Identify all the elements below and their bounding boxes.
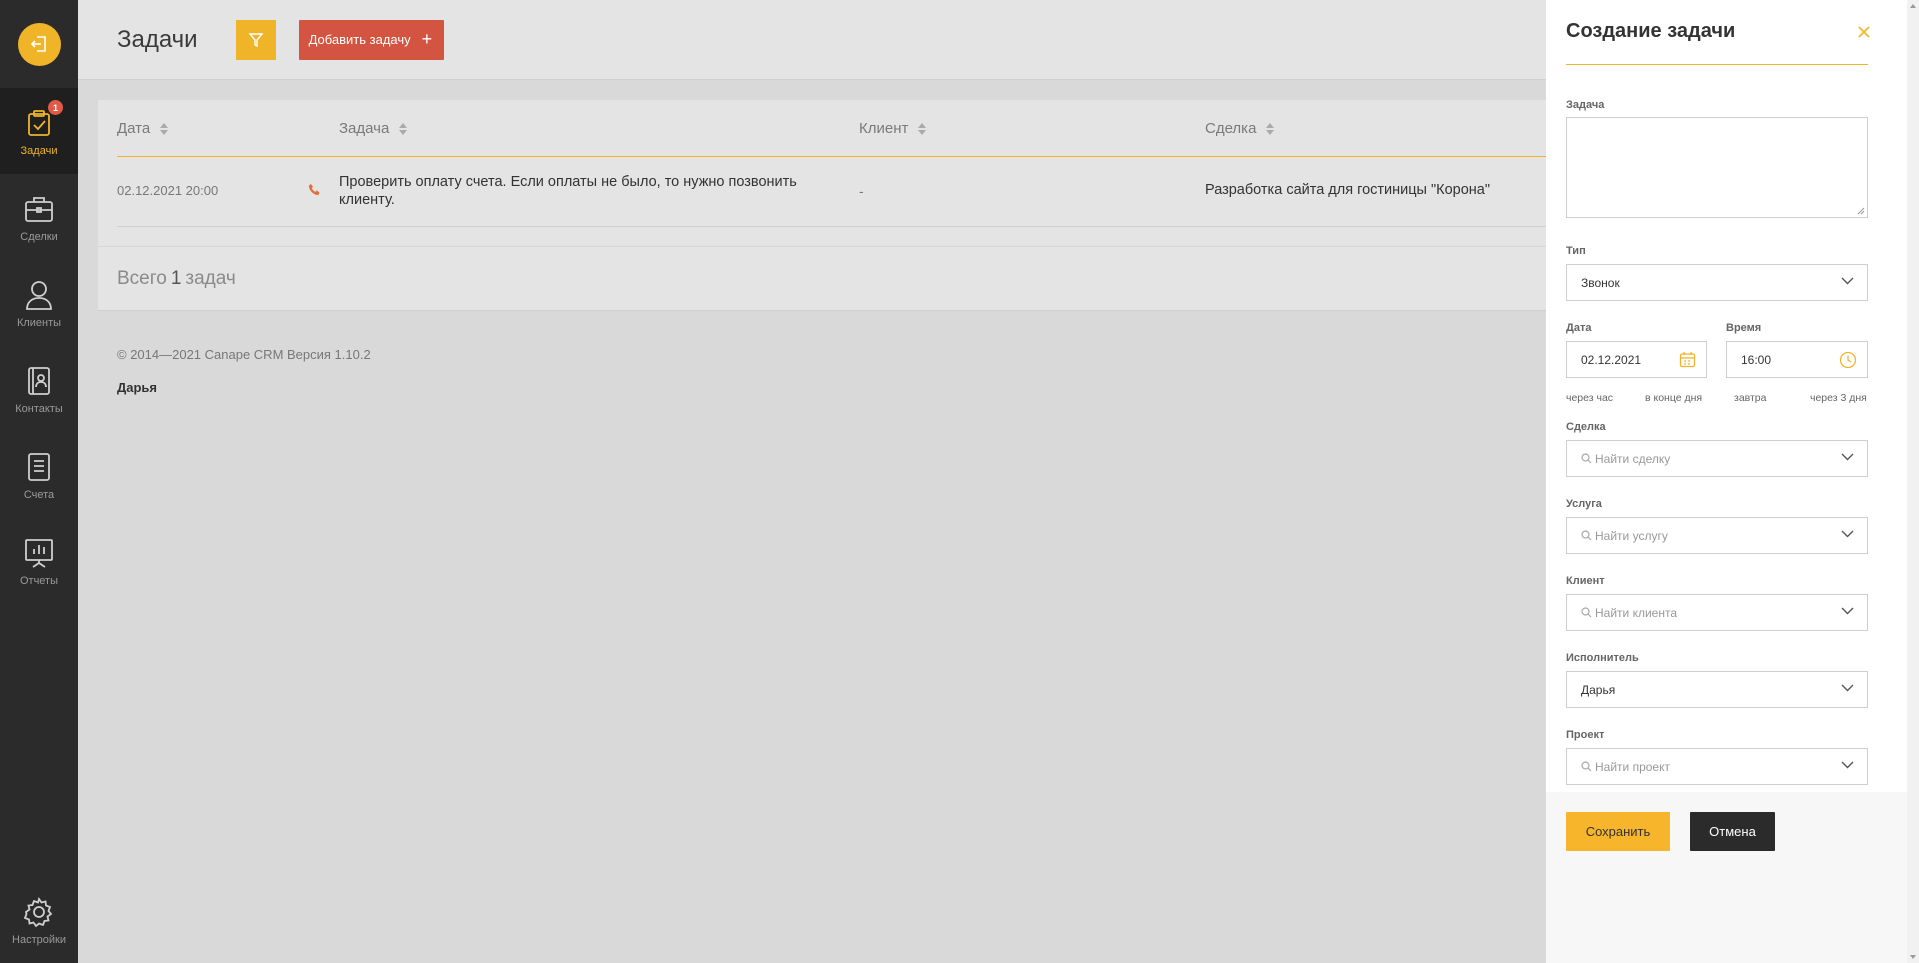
sidebar-item-label: Задачи	[20, 144, 58, 157]
chevron-down-icon	[1841, 453, 1854, 461]
resize-grip-icon	[1857, 207, 1865, 215]
type-select[interactable]: Звонок	[1566, 264, 1868, 301]
sort-icon	[918, 122, 927, 135]
assignee-select[interactable]: Дарья	[1566, 671, 1868, 708]
time-label: Время	[1726, 322, 1762, 334]
chevron-down-icon	[1841, 530, 1854, 538]
logout-button[interactable]	[17, 22, 61, 66]
tasks-count: 1	[170, 267, 182, 289]
briefcase-icon	[22, 192, 56, 226]
type-label: Тип	[1566, 245, 1586, 257]
user-icon	[22, 278, 56, 312]
sidebar-item-deals[interactable]: Сделки	[0, 174, 78, 260]
header: Задачи Добавить задачу +	[78, 0, 1546, 80]
client-label: Клиент	[1566, 575, 1605, 587]
scroll-down-icon[interactable]	[1910, 955, 1916, 959]
date-input[interactable]: 02.12.2021	[1566, 341, 1707, 378]
tasks-badge: 1	[48, 100, 63, 115]
quick-tomorrow[interactable]: завтра	[1734, 392, 1767, 404]
task-text[interactable]: Проверить оплату счета. Если оплаты не б…	[339, 173, 829, 209]
current-user: Дарья	[117, 380, 158, 395]
sidebar-item-label: Клиенты	[16, 316, 62, 329]
deal-search-select[interactable]: Найти сделку	[1566, 440, 1868, 477]
sidebar-item-label: Счета	[23, 488, 55, 501]
task-client: -	[859, 183, 864, 199]
gear-icon	[22, 895, 56, 929]
quick-in-3-days[interactable]: через 3 дня	[1810, 392, 1867, 404]
client-search-select[interactable]: Найти клиента	[1566, 594, 1868, 631]
scrollbar[interactable]	[1907, 0, 1919, 963]
task-label: Задача	[1566, 99, 1605, 111]
calendar-icon	[1679, 352, 1696, 368]
task-textarea[interactable]	[1566, 117, 1868, 218]
sidebar-item-reports[interactable]: Отчеты	[0, 518, 78, 604]
search-icon	[1581, 530, 1592, 541]
plus-icon: +	[421, 29, 433, 49]
quick-end-of-day[interactable]: в конце дня	[1645, 392, 1702, 404]
sidebar-item-invoices[interactable]: Счета	[0, 432, 78, 518]
tasks-table: Дата Задача Клиент Сделка 02.12.2021 20:…	[98, 100, 1546, 246]
chevron-down-icon	[1841, 607, 1854, 615]
project-label: Проект	[1566, 729, 1605, 741]
close-icon	[1858, 26, 1870, 38]
sidebar-item-label: Настройки	[12, 933, 66, 946]
search-icon	[1581, 761, 1592, 772]
task-date: 02.12.2021 20:00	[117, 183, 219, 198]
report-board-icon	[22, 536, 56, 570]
sort-icon	[1266, 122, 1275, 135]
sidebar-item-label: Контакты	[15, 402, 63, 415]
sidebar: 1 Задачи Сделки Клиенты Контакты Счета О…	[0, 0, 78, 963]
table-header: Дата Задача Клиент Сделка	[117, 100, 1546, 157]
search-icon	[1581, 453, 1592, 464]
phone-icon	[308, 183, 321, 199]
sort-icon	[399, 122, 408, 135]
sidebar-item-clients[interactable]: Клиенты	[0, 260, 78, 346]
logout-icon	[30, 36, 46, 52]
search-icon	[1581, 607, 1592, 618]
assignee-label: Исполнитель	[1566, 652, 1639, 664]
title-divider	[1566, 64, 1868, 65]
logo-area	[0, 0, 78, 88]
create-task-drawer: Создание задачи Задача Тип Звонок Дата 0…	[1546, 0, 1907, 963]
sidebar-item-tasks[interactable]: 1 Задачи	[0, 88, 78, 174]
deal-label: Сделка	[1566, 421, 1606, 433]
sidebar-item-label: Сделки	[20, 230, 58, 243]
add-task-label: Добавить задачу	[308, 32, 411, 47]
column-header-client[interactable]: Клиент	[859, 120, 927, 137]
sort-icon	[160, 122, 169, 135]
close-button[interactable]	[1854, 22, 1874, 42]
column-header-task[interactable]: Задача	[339, 120, 408, 137]
drawer-title: Создание задачи	[1566, 20, 1736, 42]
tasks-summary: Всего 1 задач	[98, 246, 1546, 311]
invoice-icon	[22, 450, 56, 484]
service-label: Услуга	[1566, 498, 1602, 510]
time-input[interactable]: 16:00	[1726, 341, 1868, 378]
save-button[interactable]: Сохранить	[1566, 812, 1670, 851]
sidebar-item-contacts[interactable]: Контакты	[0, 346, 78, 432]
chevron-down-icon	[1841, 684, 1854, 692]
quick-in-hour[interactable]: через час	[1566, 392, 1613, 404]
chevron-down-icon	[1841, 761, 1854, 769]
column-header-date[interactable]: Дата	[117, 120, 169, 137]
filter-icon	[248, 32, 264, 47]
main-content: Задачи Добавить задачу + Дата Задача Кли…	[78, 0, 1546, 963]
page-title: Задачи	[117, 25, 198, 53]
project-search-select[interactable]: Найти проект	[1566, 748, 1868, 785]
service-search-select[interactable]: Найти услугу	[1566, 517, 1868, 554]
chevron-down-icon	[1841, 277, 1854, 285]
table-row[interactable]: 02.12.2021 20:00 Проверить оплату счета.…	[117, 157, 1546, 227]
clock-icon	[1839, 351, 1857, 369]
column-header-deal[interactable]: Сделка	[1205, 120, 1275, 137]
sidebar-item-settings[interactable]: Настройки	[0, 877, 78, 963]
scroll-up-icon[interactable]	[1910, 4, 1916, 8]
date-label: Дата	[1566, 322, 1592, 334]
copyright: © 2014—2021 Canape CRM Версия 1.10.2	[117, 347, 371, 362]
add-task-button[interactable]: Добавить задачу +	[298, 19, 445, 60]
filter-button[interactable]	[235, 19, 276, 60]
sidebar-item-label: Отчеты	[19, 574, 59, 587]
task-deal[interactable]: Разработка сайта для гостиницы "Корона"	[1205, 182, 1490, 198]
cancel-button[interactable]: Отмена	[1690, 812, 1775, 851]
contact-book-icon	[22, 364, 56, 398]
